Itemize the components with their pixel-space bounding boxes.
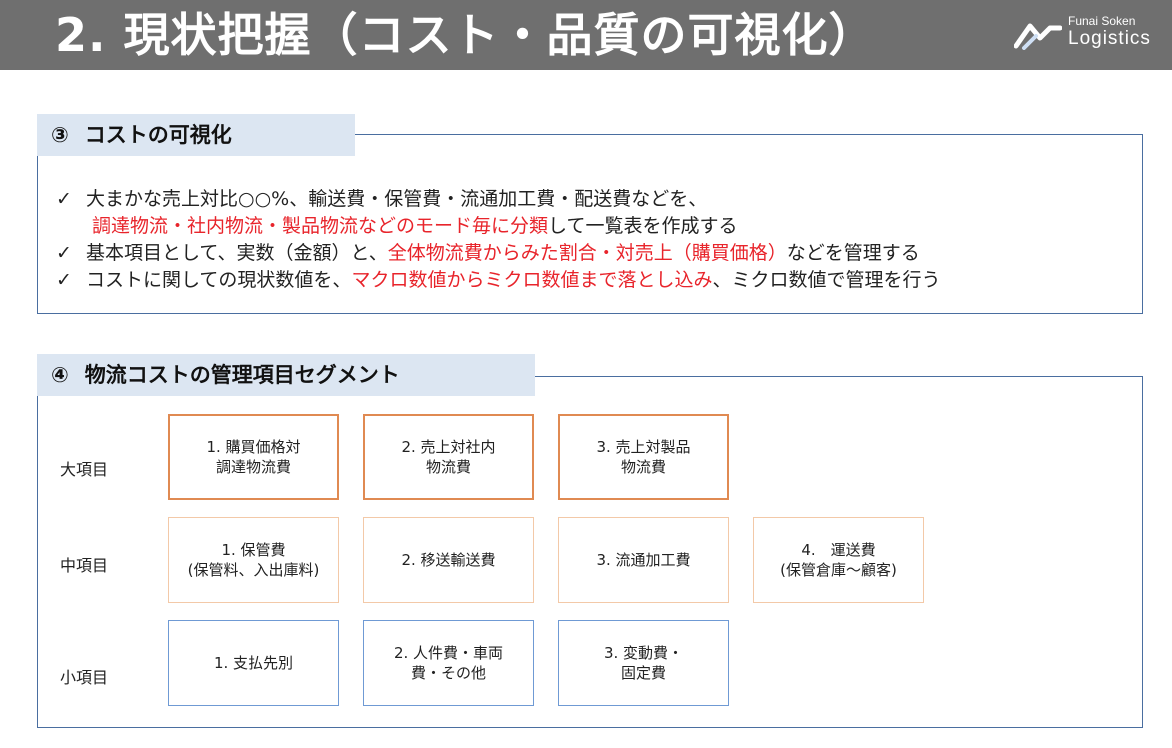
section3-heading: ③ コストの可視化 <box>37 114 355 156</box>
section3-number: ③ <box>51 123 69 147</box>
row-label-major: 大項目 <box>60 460 109 479</box>
bullet2-post: などを管理する <box>786 242 920 264</box>
logo-text-top: Funai Soken <box>1068 14 1136 28</box>
bullet1-line1: 大まかな売上対比○○%、輸送費・保管費・流通加工費・配送費などを、 <box>86 188 708 210</box>
middle-item-1: 1. 保管費 (保管料、入出庫料) <box>168 517 339 603</box>
row-label-middle: 中項目 <box>60 556 109 575</box>
bullet2-pre: 基本項目として、実数（金額）と、 <box>86 242 388 264</box>
bullet2-highlight: 全体物流費からみた割合・対売上（購買価格） <box>387 242 787 264</box>
section4-heading: ④ 物流コストの管理項目セグメント <box>37 354 535 396</box>
row-label-minor: 小項目 <box>60 668 109 687</box>
check-icon: ✓ <box>56 188 72 210</box>
check-icon: ✓ <box>56 269 72 291</box>
middle-item-4: 4. 運送費 (保管倉庫～顧客) <box>753 517 924 603</box>
middle-item-3: 3. 流通加工費 <box>558 517 729 603</box>
major-item-3: 3. 売上対製品 物流費 <box>558 414 729 500</box>
logo-wave-icon <box>1014 23 1062 50</box>
bullet-item-2: ✓ 基本項目として、実数（金額）と、全体物流費からみた割合・対売上（購買価格）など… <box>56 240 1156 267</box>
page-title: 2. 現状把握（コスト・品質の可視化） <box>55 8 876 62</box>
bullet-item-1-continued: 調達物流・社内物流・製品物流などのモード毎に分類して一覧表を作成する <box>56 213 1156 240</box>
middle-item-2: 2. 移送輸送費 <box>363 517 534 603</box>
section4-number: ④ <box>51 363 69 387</box>
bullet-item-3: ✓ コストに関しての現状数値を、マクロ数値からミクロ数値まで落とし込み、ミクロ数値… <box>56 267 1156 294</box>
section4-title: 物流コストの管理項目セグメント <box>84 363 400 387</box>
minor-item-3: 3. 変動費・ 固定費 <box>558 620 729 706</box>
cost-bullet-list: ✓ 大まかな売上対比○○%、輸送費・保管費・流通加工費・配送費などを、 調達物流・… <box>56 186 1156 294</box>
bullet3-highlight: マクロ数値からミクロ数値まで落とし込み <box>351 269 713 291</box>
major-item-1: 1. 購買価格対 調達物流費 <box>168 414 339 500</box>
major-item-2: 2. 売上対社内 物流費 <box>363 414 534 500</box>
bullet1-highlight: 調達物流・社内物流・製品物流などのモード毎に分類 <box>92 215 549 237</box>
minor-item-2: 2. 人件費・車両 費・その他 <box>363 620 534 706</box>
check-icon: ✓ <box>56 242 72 264</box>
logo-text-bottom: Logistics <box>1068 28 1151 49</box>
company-logo: Funai Soken Logistics <box>1014 14 1164 58</box>
bullet3-post: 、ミクロ数値で管理を行う <box>712 269 941 291</box>
bullet3-pre: コストに関しての現状数値を、 <box>86 269 352 291</box>
minor-item-1: 1. 支払先別 <box>168 620 339 706</box>
section3-title: コストの可視化 <box>84 123 232 147</box>
header-bar: 2. 現状把握（コスト・品質の可視化） Funai Soken Logistic… <box>0 0 1172 70</box>
bullet-item-1: ✓ 大まかな売上対比○○%、輸送費・保管費・流通加工費・配送費などを、 <box>56 186 1156 213</box>
bullet1-line2: して一覧表を作成する <box>548 215 738 237</box>
